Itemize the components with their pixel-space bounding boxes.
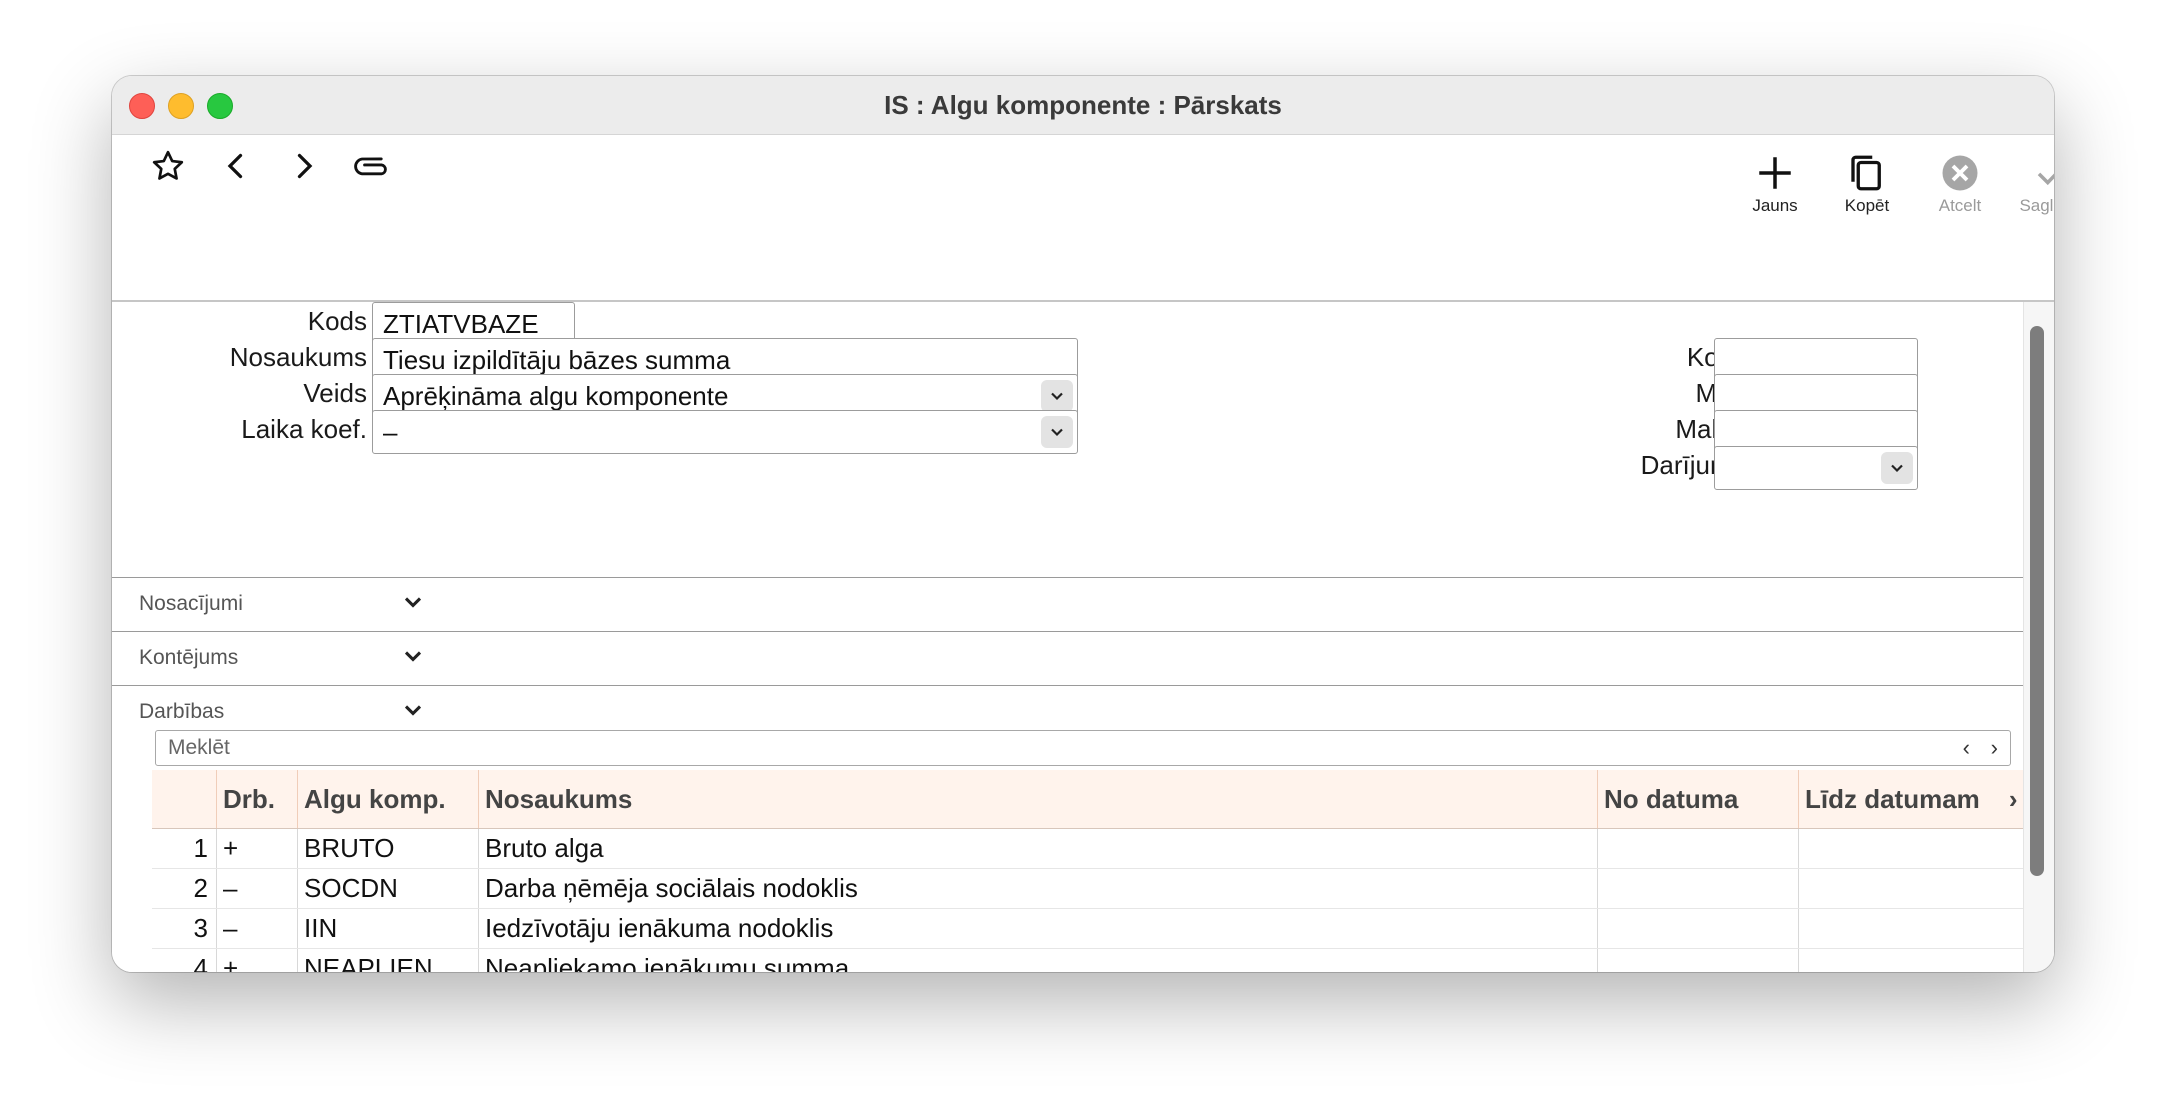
cell-no-datuma[interactable] — [1597, 868, 1799, 909]
column-header-algu-komp[interactable]: Algu komp. — [297, 770, 479, 829]
cell-lidz-datumam[interactable] — [1798, 828, 2024, 869]
chevron-down-icon[interactable] — [399, 642, 427, 670]
cell-nosaukums[interactable]: Iedzīvotāju ienākuma nodoklis — [478, 908, 1598, 949]
table-header-row: Drb. Algu komp. Nosaukums No datuma Līdz… — [152, 770, 2024, 829]
cell-nosaukums[interactable]: Neapliekamo ienākumu summa — [478, 948, 1598, 972]
paperclip-icon[interactable] — [352, 146, 392, 186]
cell-algu-komp[interactable]: BRUTO — [297, 828, 479, 869]
search-input[interactable]: Meklēt ‹ › — [155, 730, 2011, 766]
table-row[interactable]: 4 + NEAPLIEN Neapliekamo ienākumu summa — [152, 948, 2024, 972]
copy-icon — [1851, 155, 1881, 191]
actions-table: Drb. Algu komp. Nosaukums No datuma Līdz… — [152, 770, 2024, 972]
column-header-lidz-datumam[interactable]: Līdz datumam › — [1798, 770, 2024, 829]
section-nosacijumi-title: Nosacījumi — [139, 592, 243, 615]
column-header-drb[interactable]: Drb. — [216, 770, 298, 829]
column-header-no-datuma[interactable]: No datuma — [1597, 770, 1799, 829]
laika-koef-select[interactable]: – — [372, 410, 1078, 454]
app-window: IS : Algu komponente : Pārskats Jauns Ko… — [112, 76, 2054, 972]
copy-button-label: Kopēt — [1844, 196, 1890, 215]
column-header-nosaukums[interactable]: Nosaukums — [478, 770, 1598, 829]
search-prev-icon[interactable]: ‹ — [1963, 735, 1970, 761]
cell-no-datuma[interactable] — [1597, 948, 1799, 972]
window-title: IS : Algu komponente : Pārskats — [884, 90, 1282, 120]
darijuma-veids-select[interactable] — [1714, 446, 1918, 490]
column-header-rownum — [152, 770, 217, 829]
cell-nosaukums[interactable]: Bruto alga — [478, 828, 1598, 869]
section-darbibas-title: Darbības — [139, 700, 225, 723]
cell-lidz-datumam[interactable] — [1798, 908, 2024, 949]
form-content: Kods ZTIATVBAZE Nosaukums Tiesu izpildīt… — [112, 302, 2054, 972]
laika-koef-label: Laika koef. — [241, 414, 367, 444]
search-placeholder: Meklēt — [168, 736, 230, 759]
row-number: 3 — [152, 908, 217, 949]
nosaukums-label: Nosaukums — [229, 342, 367, 372]
section-kontejums[interactable]: Kontējums — [112, 631, 2024, 686]
cell-algu-komp[interactable]: IIN — [297, 908, 479, 949]
cell-drb[interactable]: + — [216, 828, 298, 869]
chevron-down-icon[interactable] — [399, 696, 427, 724]
save-button[interactable]: Saglabāt — [2008, 152, 2054, 216]
search-next-icon[interactable]: › — [1991, 735, 1998, 761]
plus-icon — [1759, 157, 1791, 189]
kods-label: Kods — [307, 306, 367, 336]
chevron-left-icon[interactable] — [216, 146, 256, 186]
cell-lidz-datumam[interactable] — [1798, 868, 2024, 909]
veids-label: Veids — [303, 378, 367, 408]
checkmark-icon — [2037, 172, 2054, 186]
scrollbar-thumb[interactable] — [2030, 326, 2044, 876]
row-number: 1 — [152, 828, 217, 869]
cell-algu-komp[interactable]: SOCDN — [297, 868, 479, 909]
cell-lidz-datumam[interactable] — [1798, 948, 2024, 972]
veids-value: Aprēķināma algu komponente — [383, 381, 729, 411]
cell-drb[interactable]: + — [216, 948, 298, 972]
chevron-down-icon[interactable] — [1881, 452, 1913, 484]
new-button[interactable]: Jauns — [1730, 152, 1820, 216]
table-row[interactable]: 2 – SOCDN Darba ņēmēja sociālais nodokli… — [152, 868, 2024, 909]
row-number: 4 — [152, 948, 217, 972]
cancel-button[interactable]: Atcelt — [1915, 152, 2005, 216]
cancel-button-label: Atcelt — [1938, 196, 1982, 215]
chevron-down-icon[interactable] — [1041, 380, 1073, 412]
laika-koef-value: – — [383, 417, 398, 447]
table-row[interactable]: 3 – IIN Iedzīvotāju ienākuma nodoklis — [152, 908, 2024, 949]
save-button-label: Saglabāt — [2019, 196, 2054, 215]
cell-drb[interactable]: – — [216, 908, 298, 949]
title-bar: IS : Algu komponente : Pārskats — [112, 76, 2054, 135]
chevron-down-icon[interactable] — [399, 588, 427, 616]
chevron-right-icon[interactable] — [284, 146, 324, 186]
section-nosacijumi[interactable]: Nosacījumi — [112, 577, 2024, 632]
column-header-lidz-datumam-label: Līdz datumam — [1805, 783, 1980, 814]
cell-no-datuma[interactable] — [1597, 828, 1799, 869]
cancel-circle-icon — [1942, 155, 1978, 191]
cell-drb[interactable]: – — [216, 868, 298, 909]
table-row[interactable]: 1 + BRUTO Bruto alga — [152, 828, 2024, 869]
cell-no-datuma[interactable] — [1597, 908, 1799, 949]
section-kontejums-title: Kontējums — [139, 646, 239, 669]
star-icon[interactable] — [148, 146, 188, 186]
new-button-label: Jauns — [1752, 196, 1798, 215]
chevron-right-icon[interactable]: › — [2009, 784, 2018, 815]
row-number: 2 — [152, 868, 217, 909]
cell-algu-komp[interactable]: NEAPLIEN — [297, 948, 479, 972]
cell-nosaukums[interactable]: Darba ņēmēja sociālais nodoklis — [478, 868, 1598, 909]
chevron-down-icon[interactable] — [1041, 416, 1073, 448]
copy-button[interactable]: Kopēt — [1822, 152, 1912, 216]
